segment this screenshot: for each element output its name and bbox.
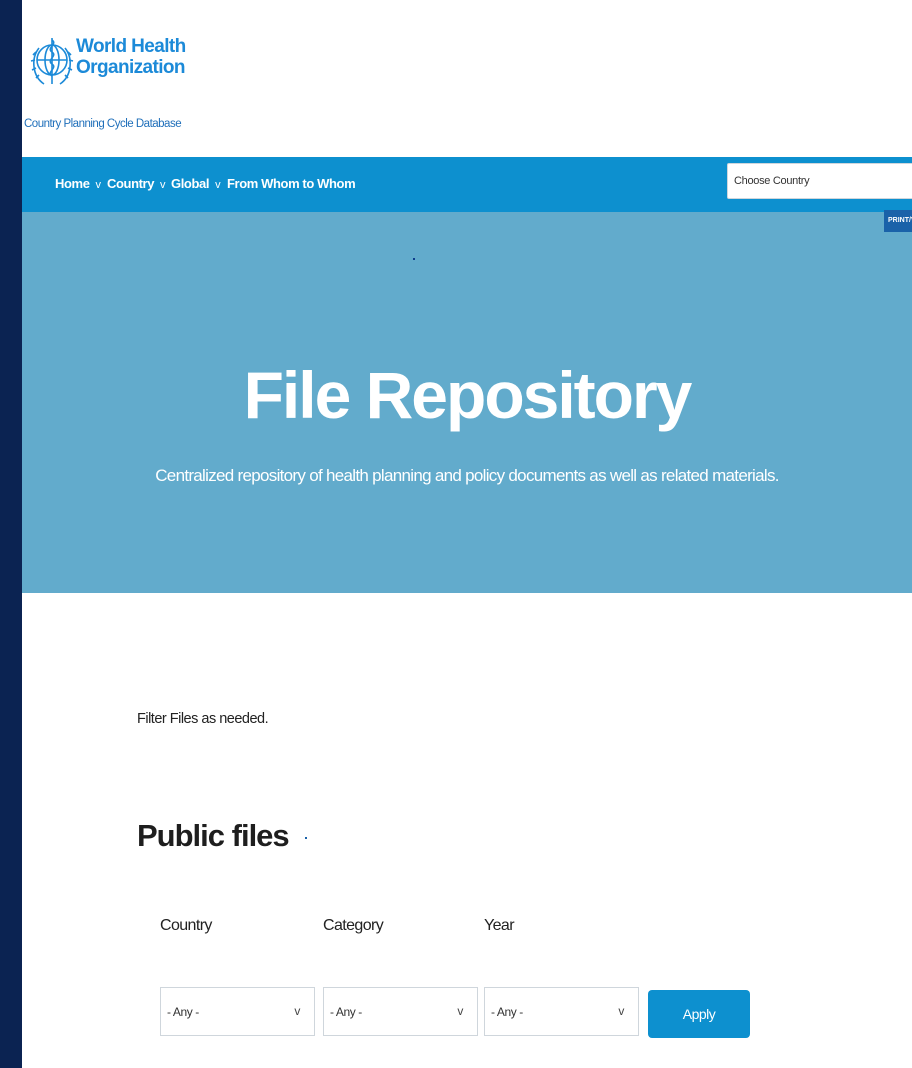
year-select[interactable]: - Any - v [484, 987, 639, 1036]
page: World Health Organization Country Planni… [22, 0, 912, 1068]
category-select[interactable]: - Any - v [323, 987, 478, 1036]
chevron-down-icon: v [215, 179, 221, 191]
nav-from-whom-label: From Whom to Whom [227, 176, 356, 191]
nav-global-label: Global [171, 176, 210, 191]
who-emblem-icon [30, 38, 74, 85]
nav-global[interactable]: Global v [171, 176, 221, 191]
category-filter-label: Category [323, 917, 384, 934]
chevron-down-icon: v [618, 1004, 624, 1018]
nav-country[interactable]: Country v [107, 176, 166, 191]
nav-from-whom-to-whom[interactable]: From Whom to Whom [227, 176, 356, 191]
country-select[interactable]: - Any - v [160, 987, 315, 1036]
section-title: Public files [137, 818, 307, 854]
section-title-text: Public files [137, 818, 290, 853]
print-view-button[interactable]: PRINT/VIE [884, 210, 912, 232]
left-dark-strip [0, 0, 22, 1068]
category-select-value: - Any - [330, 1005, 362, 1019]
chevron-down-icon: v [294, 1004, 300, 1018]
filter-intro-text: Filter Files as needed. [137, 711, 269, 727]
choose-country-input[interactable] [727, 163, 912, 199]
country-filter-label: Country [160, 917, 212, 934]
anchor-mark [304, 836, 307, 839]
chevron-down-icon: v [95, 179, 102, 191]
hero-dot [413, 258, 415, 260]
page-title: File Repository [243, 358, 693, 432]
hero-banner: File Repository Centralized repository o… [22, 212, 912, 593]
apply-button[interactable]: Apply [648, 990, 750, 1038]
who-logo[interactable]: World Health Organization Country Planni… [24, 20, 186, 140]
org-name: World Health Organization [76, 36, 186, 78]
chevron-down-icon: v [457, 1004, 463, 1018]
nav-home-label: Home [55, 176, 90, 191]
year-filter-label: Year [484, 917, 515, 934]
chevron-down-icon: v [160, 179, 166, 191]
nav-country-label: Country [107, 176, 155, 191]
page-subtitle: Centralized repository of health plannin… [155, 466, 779, 485]
database-name: Country Planning Cycle Database [24, 118, 182, 130]
nav-home[interactable]: Home v [55, 176, 101, 191]
year-select-value: - Any - [491, 1005, 523, 1019]
site-header: World Health Organization Country Planni… [22, 0, 912, 157]
country-select-value: - Any - [167, 1005, 199, 1019]
